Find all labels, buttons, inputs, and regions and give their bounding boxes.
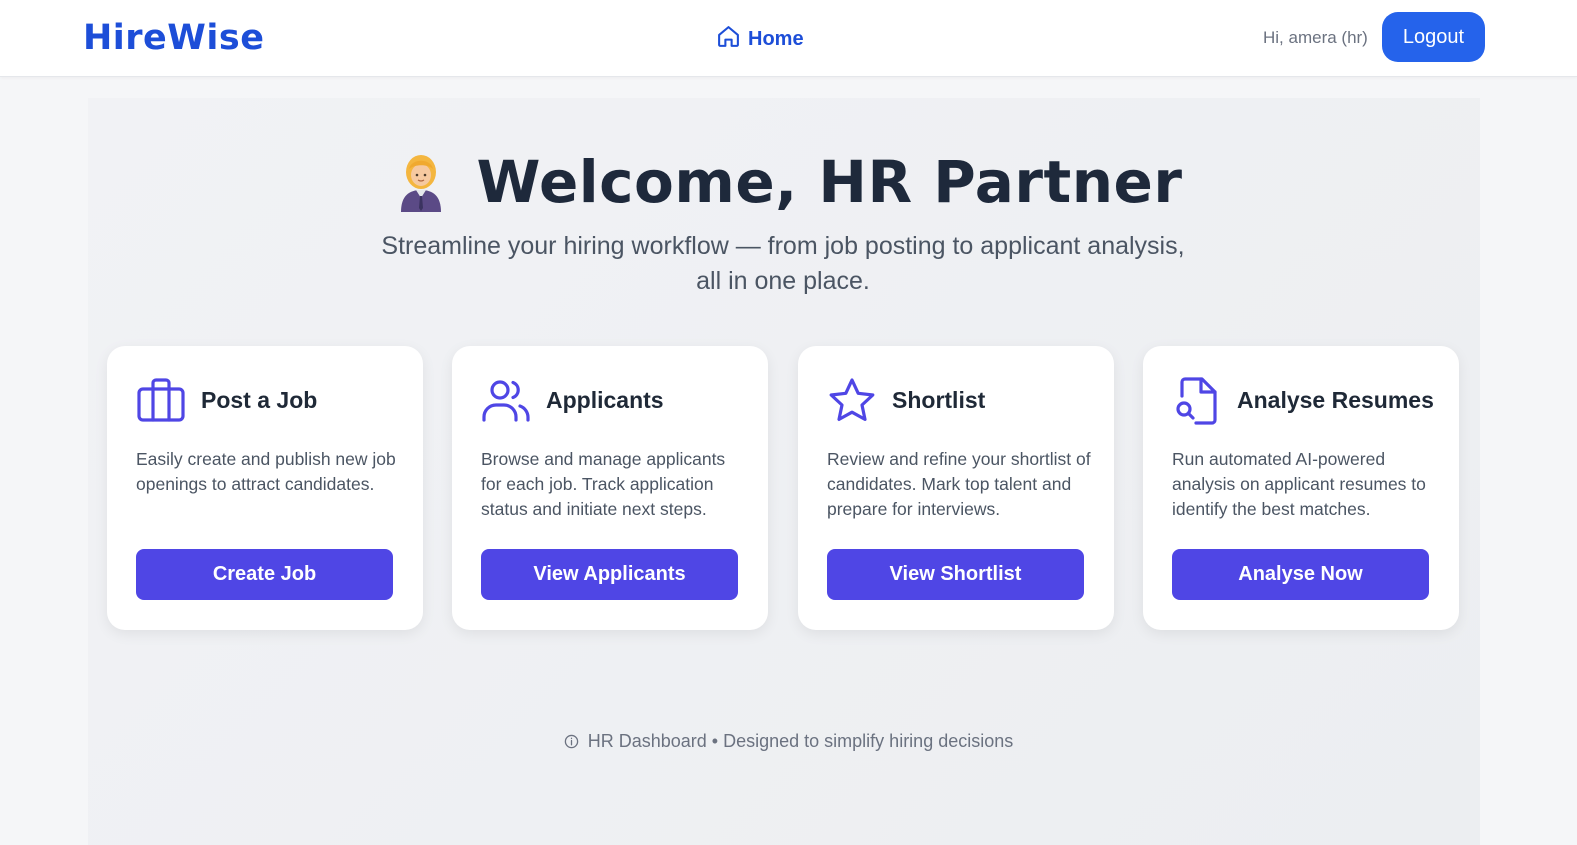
card-applicants: Applicants Browse and manage applicants … (452, 346, 768, 630)
page-subtitle: Streamline your hiring workflow — from j… (381, 232, 1185, 295)
info-icon (564, 731, 584, 751)
nav-home-link[interactable]: Home (716, 24, 804, 55)
user-greeting: Hi, amera (hr) (1263, 28, 1368, 47)
card-description: Run automated AI-powered analysis on app… (1172, 449, 1426, 519)
view-applicants-button[interactable]: View Applicants (481, 549, 738, 600)
card-description: Review and refine your shortlist of cand… (827, 449, 1091, 519)
card-title: Shortlist (892, 387, 986, 413)
card-title: Analyse Resumes (1237, 387, 1434, 413)
top-navbar: HireWise Home Hi, amera (hr) Logout (0, 0, 1577, 77)
office-worker-emoji-icon (395, 152, 447, 212)
page-title: Welcome, HR Partner (476, 148, 1183, 216)
page-footer: HR Dashboard • Designed to simplify hiri… (0, 731, 1577, 752)
card-title: Applicants (546, 387, 664, 413)
document-search-icon (1172, 376, 1222, 426)
welcome-hero: Welcome, HR Partner (0, 148, 1577, 216)
card-description: Easily create and publish new job openin… (136, 449, 396, 494)
card-description: Browse and manage applicants for each jo… (481, 449, 726, 519)
briefcase-icon (136, 376, 186, 426)
users-icon (481, 376, 531, 426)
card-post-job: Post a Job Easily create and publish new… (107, 346, 423, 630)
analyse-now-button[interactable]: Analyse Now (1172, 549, 1429, 600)
star-icon (827, 376, 877, 426)
card-title: Post a Job (201, 387, 318, 413)
create-job-button[interactable]: Create Job (136, 549, 393, 600)
logout-button[interactable]: Logout (1382, 12, 1485, 62)
footer-text: HR Dashboard • Designed to simplify hiri… (587, 731, 1014, 751)
card-shortlist: Shortlist Review and refine your shortli… (798, 346, 1114, 630)
brand-logo[interactable]: HireWise (83, 18, 264, 58)
card-analyse-resumes: Analyse Resumes Run automated AI-powered… (1143, 346, 1459, 630)
nav-home-label: Home (748, 28, 804, 50)
view-shortlist-button[interactable]: View Shortlist (827, 549, 1084, 600)
home-icon (716, 24, 741, 55)
